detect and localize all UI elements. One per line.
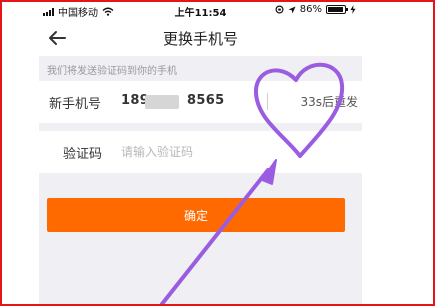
verification-code-input[interactable]: [121, 142, 261, 162]
charging-icon: [350, 5, 356, 14]
resend-countdown[interactable]: 33s后重发: [300, 93, 358, 110]
confirm-button[interactable]: 确定: [47, 198, 345, 232]
verification-code-label: 验证码: [63, 147, 103, 162]
battery-icon: [326, 5, 348, 14]
new-phone-row: 新手机号 189 8565 33s后重发: [39, 81, 362, 123]
phone-screen: 中国移动 上午11:54 86% 更换手机号 我们将发送验证码到你的手机 新手机…: [39, 0, 362, 306]
page-title: 更换手机号: [162, 30, 238, 48]
location-icon: [288, 6, 296, 13]
phone-number-end: 8565: [187, 93, 225, 108]
orientation-lock-icon: [275, 5, 284, 14]
status-bar: 中国移动 上午11:54 86%: [39, 0, 362, 20]
status-right: 86%: [275, 4, 356, 15]
vertical-divider: [267, 93, 268, 110]
verification-code-row: 验证码: [39, 131, 362, 173]
nav-bar: 更换手机号: [39, 20, 362, 56]
redacted-digits: [145, 95, 179, 109]
new-phone-label: 新手机号: [49, 97, 102, 112]
battery-percent: 86%: [299, 4, 322, 15]
hint-text: 我们将发送验证码到你的手机: [47, 66, 177, 77]
